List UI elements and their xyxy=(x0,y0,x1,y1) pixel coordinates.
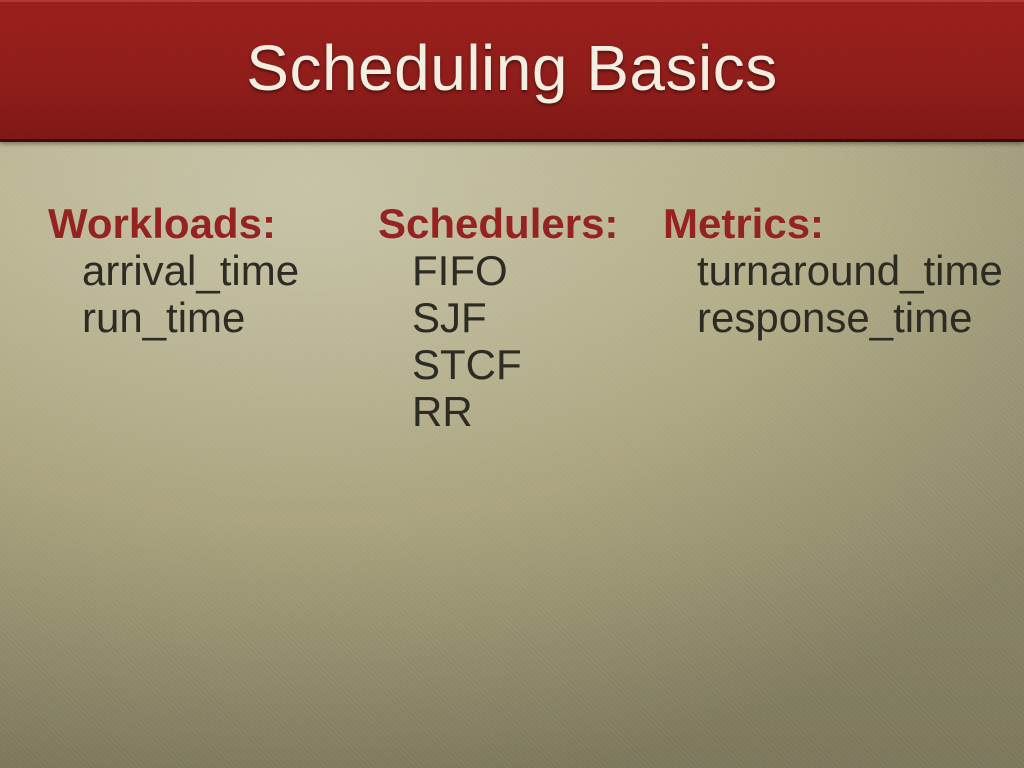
list-item: response_time xyxy=(663,294,1004,341)
heading-metrics: Metrics: xyxy=(663,200,1004,247)
slide-body: Workloads: arrival_time run_time Schedul… xyxy=(48,200,1004,435)
heading-workloads: Workloads: xyxy=(48,200,378,247)
column-schedulers: Schedulers: FIFO SJF STCF RR xyxy=(378,200,663,435)
list-item: SJF xyxy=(378,294,663,341)
heading-schedulers: Schedulers: xyxy=(378,200,663,247)
list-item: STCF xyxy=(378,341,663,388)
list-item: turnaround_time xyxy=(663,247,1004,294)
title-bar: Scheduling Basics xyxy=(0,0,1024,142)
list-item: RR xyxy=(378,388,663,435)
column-workloads: Workloads: arrival_time run_time xyxy=(48,200,378,435)
list-item: FIFO xyxy=(378,247,663,294)
list-item: run_time xyxy=(48,294,378,341)
slide-title: Scheduling Basics xyxy=(246,31,777,105)
column-metrics: Metrics: turnaround_time response_time xyxy=(663,200,1004,435)
list-item: arrival_time xyxy=(48,247,378,294)
slide: Scheduling Basics Workloads: arrival_tim… xyxy=(0,0,1024,768)
